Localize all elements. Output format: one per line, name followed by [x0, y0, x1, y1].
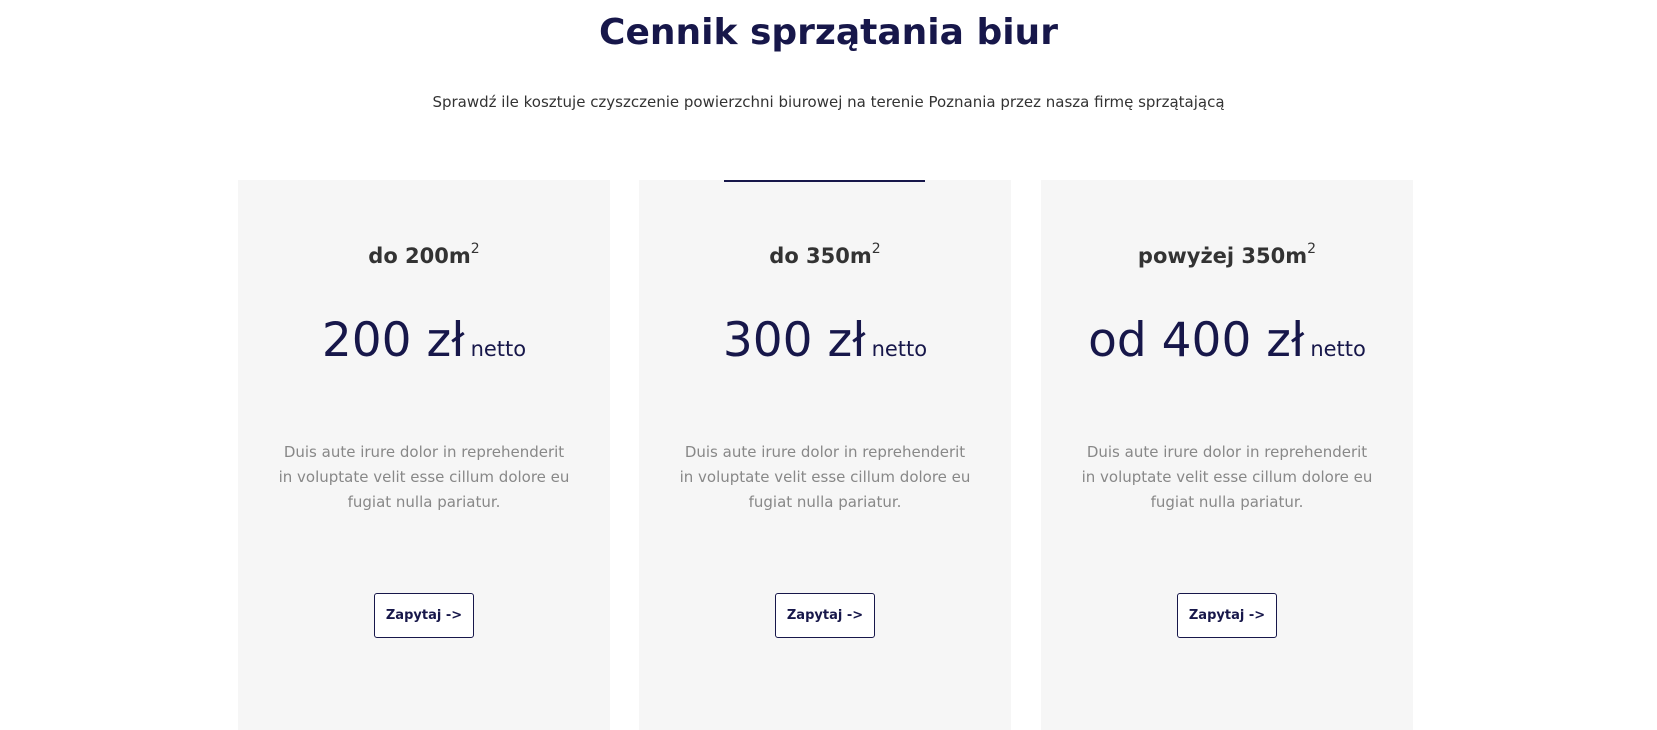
plan-name: do 200m2 [238, 241, 610, 268]
plan-name-text: do 200m [368, 244, 471, 268]
plan-description: Duis aute irure dolor in reprehenderit i… [1081, 443, 1373, 511]
plan-description: Duis aute irure dolor in reprehenderit i… [278, 443, 570, 511]
plan-name: do 350m2 [639, 241, 1011, 268]
price-unit: netto [1310, 337, 1366, 361]
ask-button[interactable]: Zapytaj -> [374, 593, 474, 638]
pricing-card-200: do 200m2 200 zł netto Duis aute irure dol… [238, 180, 610, 730]
plan-name: powyżej 350m2 [1041, 241, 1413, 268]
price-value: 300 zł [722, 313, 866, 368]
price-value: od 400 zł [1088, 313, 1305, 368]
ask-button[interactable]: Zapytaj -> [1177, 593, 1277, 638]
plan-name-text: powyżej 350m [1137, 244, 1308, 268]
price-unit: netto [470, 337, 527, 361]
plan-description: Duis aute irure dolor in reprehenderit i… [679, 443, 971, 511]
plan-name-sup: 2 [871, 241, 881, 257]
pricing-card-350: do 350m2 300 zł netto Duis aute irure dol… [639, 180, 1011, 730]
ask-button[interactable]: Zapytaj -> [775, 593, 875, 638]
plan-name-text: do 350m [769, 244, 872, 268]
plan-price: od 400 zł netto [1041, 313, 1413, 368]
plan-price: 200 zł netto [238, 313, 610, 368]
plan-name-sup: 2 [1307, 241, 1317, 257]
pricing-card-above-350: powyżej 350m2 od 400 zł netto Duis aute i… [1041, 180, 1413, 730]
price-value: 200 zł [321, 313, 465, 368]
plan-price: 300 zł netto [639, 313, 1011, 368]
plan-name-sup: 2 [470, 241, 480, 257]
page-subtitle: Sprawdź ile kosztuje czyszczenie powierz… [432, 93, 1225, 111]
price-unit: netto [871, 337, 928, 361]
page-title: Cennik sprzątania biur [599, 12, 1058, 53]
